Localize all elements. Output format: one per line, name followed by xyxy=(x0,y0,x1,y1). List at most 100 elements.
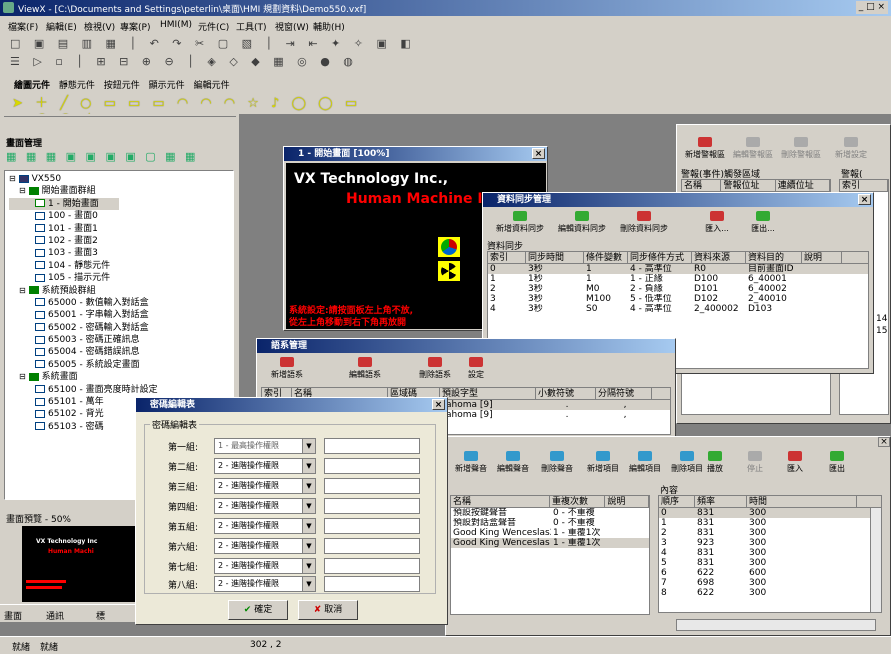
menu-file[interactable]: 檔案(F) xyxy=(8,20,38,33)
tree-root[interactable]: ⊟ VX550 xyxy=(9,173,233,185)
table-row[interactable]: 6 622 600 xyxy=(659,568,881,578)
table-row[interactable]: 0 3秒 1 4 - 高準位 R0 目前畫面ID xyxy=(488,264,868,274)
menu-help[interactable]: 輔助(H) xyxy=(313,20,345,33)
table-row[interactable]: Good King Wenceslas 1 - 重覆1次 xyxy=(451,538,649,548)
menu-view[interactable]: 檢視(V) xyxy=(84,20,115,33)
group3-select[interactable]: 2 - 進階操作權限 ▼ xyxy=(214,478,316,494)
sync-import-button[interactable]: 匯入... xyxy=(697,211,737,234)
tree-item[interactable]: 65000 - 數值輸入對話盒 xyxy=(9,297,233,309)
table-row[interactable]: 預設按鍵聲音 0 - 不重複 xyxy=(451,508,649,518)
close-icon[interactable]: × xyxy=(878,437,890,447)
table-row[interactable]: 5 831 300 xyxy=(659,558,881,568)
tab-more[interactable]: 標 xyxy=(96,609,105,622)
tree-group[interactable]: ⊟ 系統預設群組 xyxy=(9,285,233,297)
tree-item[interactable]: 65100 - 畫面亮度時計設定 xyxy=(9,384,233,396)
table-row[interactable]: 1 831 300 xyxy=(659,518,881,528)
close-icon[interactable]: × xyxy=(432,399,445,410)
radiation-icon[interactable] xyxy=(438,261,460,281)
group3-password-input[interactable] xyxy=(324,478,420,494)
menu-edit[interactable]: 編輯(E) xyxy=(46,20,77,33)
start-screen-titlebar[interactable]: 1 - 開始畫面 [100%] × xyxy=(284,147,547,161)
group5-select[interactable]: 2 - 進階操作權限 ▼ xyxy=(214,518,316,534)
close-icon[interactable]: × xyxy=(858,194,871,205)
table-row[interactable]: 4 831 300 xyxy=(659,548,881,558)
tree-item[interactable]: 65004 - 密碼錯誤訊息 xyxy=(9,346,233,358)
group6-password-input[interactable] xyxy=(324,538,420,554)
h-scrollbar[interactable] xyxy=(676,619,876,631)
alarm-delete-button[interactable]: 刪除警報區 xyxy=(777,137,825,160)
alarm-row-15[interactable]: 15 xyxy=(876,326,887,336)
sound-delete-button[interactable]: 刪除聲音 xyxy=(538,451,576,474)
screen-manager-toolbar[interactable]: ▦ ▦ ▦ ▣ ▣ ▣ ▣ ▢ ▦ ▦ xyxy=(6,150,234,168)
tree-item[interactable]: 104 - 靜態元件 xyxy=(9,260,233,272)
group8-password-input[interactable] xyxy=(324,576,420,592)
item-add-button[interactable]: 新增項目 xyxy=(584,451,622,474)
window-controls[interactable]: _ □ × xyxy=(855,1,888,14)
tree-item[interactable]: 101 - 畫面1 xyxy=(9,223,233,235)
group5-password-input[interactable] xyxy=(324,518,420,534)
tab-screen[interactable]: 畫面 xyxy=(4,609,22,622)
table-row[interactable]: 2 831 300 xyxy=(659,528,881,538)
close-icon[interactable]: × xyxy=(532,148,545,159)
table-row[interactable]: 8 622 300 xyxy=(659,588,881,598)
table-row[interactable]: 預設對話盒聲音 0 - 不重複 xyxy=(451,518,649,528)
tab-comm[interactable]: 通訊 xyxy=(46,609,64,622)
table-row[interactable]: 7 698 300 xyxy=(659,578,881,588)
tree-item[interactable]: 65002 - 密碼輸入對話盒 xyxy=(9,322,233,334)
shape-palette[interactable]: ➤ ＋ ╱ ○ ▭ ▭ ▭ ◠ ◠ ◠ ☆ ♪ ◯ ◯ ▭ ▭ ◠ ◠ ★ xyxy=(12,92,382,126)
tone-table[interactable]: 順序 頻率 時間 0 831 300 1 831 300 2 831 300 3 923 300 4… xyxy=(658,495,882,613)
tree-item[interactable]: 65005 - 系統設定畫面 xyxy=(9,359,233,371)
table-row[interactable]: Good King Wenceslas2 1 - 重覆1次 xyxy=(451,528,649,538)
menu-tools[interactable]: 工具(T) xyxy=(236,20,267,33)
tree-item[interactable]: 102 - 畫面2 xyxy=(9,235,233,247)
group2-password-input[interactable] xyxy=(324,458,420,474)
lang-delete-button[interactable]: 刪除語系 xyxy=(411,357,459,380)
tree-group[interactable]: ⊟ 系統畫面 xyxy=(9,371,233,383)
group8-select[interactable]: 2 - 進階操作權限 ▼ xyxy=(214,576,316,592)
group1-select[interactable]: 1 - 最高操作權限 ▼ xyxy=(214,438,316,454)
table-row[interactable]: 2 3秒 M0 2 - 負緣 D101 6_40002 xyxy=(488,284,868,294)
menu-project[interactable]: 專案(P) xyxy=(120,20,150,33)
table-row[interactable]: 4 3秒 S0 4 - 高準位 2_400002 D103 xyxy=(488,304,868,314)
table-row[interactable]: 3 923 300 xyxy=(659,538,881,548)
tree-item[interactable]: 105 - 描示元件 xyxy=(9,272,233,284)
lang-edit-button[interactable]: 編輯語系 xyxy=(341,357,389,380)
tab-static[interactable]: 靜態元件 xyxy=(59,81,95,91)
sound-export-button[interactable]: 匯出 xyxy=(822,451,852,474)
menu-component[interactable]: 元件(C) xyxy=(198,20,229,33)
sound-import-button[interactable]: 匯入 xyxy=(780,451,810,474)
cancel-button[interactable]: ✘ 取消 xyxy=(298,600,358,620)
layout-toolbar[interactable]: ☰ ▷ ▫ │ ⊞ ⊟ ⊕ ⊖ │ ◈ ◇ ◆ ▦ ◎ ● ◍ xyxy=(10,55,530,73)
standard-toolbar[interactable]: □ ▣ ▤ ▥ ▦ │ ↶ ↷ ✂ ▢ ▧ │ ⇥ ⇤ ✦ ✧ ▣ ◧ xyxy=(10,37,530,55)
scrollbar[interactable] xyxy=(870,508,881,612)
sync-export-button[interactable]: 匯出... xyxy=(743,211,783,234)
group4-select[interactable]: 2 - 進階操作權限 ▼ xyxy=(214,498,316,514)
ok-button[interactable]: ✔ 確定 xyxy=(228,600,288,620)
group1-password-input[interactable] xyxy=(324,438,420,454)
table-row[interactable]: 3 3秒 M100 5 - 低準位 D102 2_40010 xyxy=(488,294,868,304)
stop-button[interactable]: 停止 xyxy=(740,451,770,474)
table-row[interactable]: 1 1秒 1 1 - 正緣 D100 6_40001 xyxy=(488,274,868,284)
lang-setting-button[interactable]: 設定 xyxy=(461,357,491,380)
tab-button[interactable]: 按鈕元件 xyxy=(104,81,140,91)
group4-password-input[interactable] xyxy=(324,498,420,514)
sync-delete-button[interactable]: 刪除資料同步 xyxy=(615,211,673,234)
sound-edit-button[interactable]: 編輯聲音 xyxy=(494,451,532,474)
menu-window[interactable]: 視窗(W) xyxy=(275,20,309,33)
table-row[interactable]: 0 831 300 xyxy=(659,508,881,518)
lang-add-button[interactable]: 新增語系 xyxy=(263,357,311,380)
tab-draw[interactable]: 繪圖元件 xyxy=(14,81,50,91)
sound-table[interactable]: 名稱 重複次數 說明 預設按鍵聲音 0 - 不重複 預設對話盒聲音 0 - 不重複 Go… xyxy=(450,495,650,615)
alarm-setting-button[interactable]: 新增設定 xyxy=(827,137,875,160)
data-sync-titlebar[interactable]: 資料同步管理 × xyxy=(483,193,873,207)
alarm-edit-button[interactable]: 編輯警報區 xyxy=(729,137,777,160)
sync-add-button[interactable]: 新增資料同步 xyxy=(491,211,549,234)
alarm-row-14[interactable]: 14 xyxy=(876,314,887,324)
group7-password-input[interactable] xyxy=(324,558,420,574)
tab-edit[interactable]: 編輯元件 xyxy=(194,81,230,91)
menu-hmi[interactable]: HMI(M) xyxy=(160,20,192,30)
language-titlebar[interactable]: 語系管理 xyxy=(257,339,675,353)
group7-select[interactable]: 2 - 進階操作權限 ▼ xyxy=(214,558,316,574)
tree-item[interactable]: 65001 - 字串輸入對話盒 xyxy=(9,309,233,321)
tab-display[interactable]: 顯示元件 xyxy=(149,81,185,91)
